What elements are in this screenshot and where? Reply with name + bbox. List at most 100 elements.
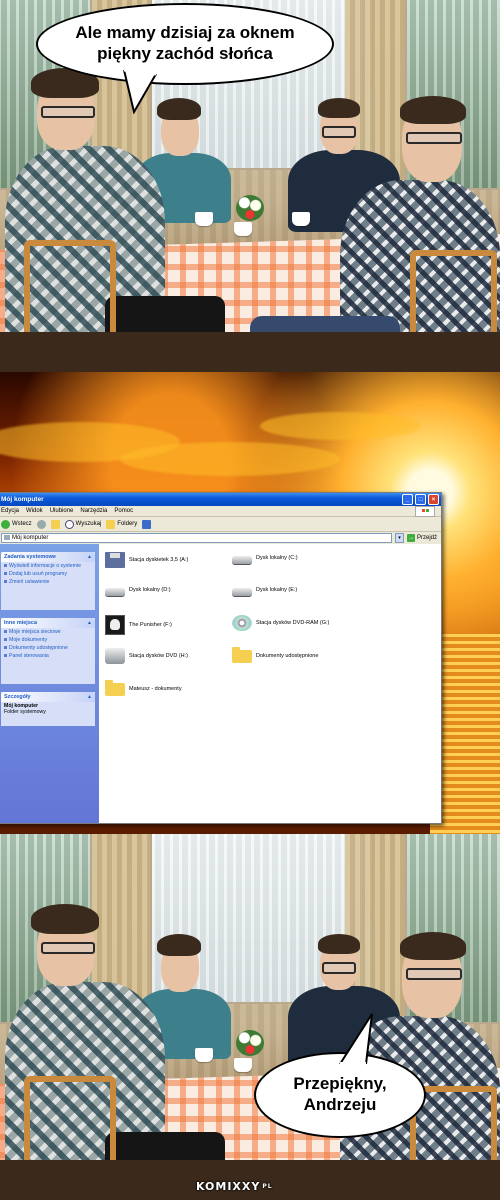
dvd-drive-icon [105,648,125,664]
drive-label: Dysk lokalny (E:) [256,587,298,593]
up-folder-icon [50,519,60,529]
minimize-button[interactable]: _ [402,494,413,505]
other-places-header[interactable]: Inne miejsca ▲ [1,618,95,628]
folder-label: Dokumenty udostępnione [256,652,319,659]
speech-bubble-bottom-line2: Andrzeju [303,1095,377,1114]
drive-item[interactable]: Stacja dysków DVD-RAM (G:) [232,615,329,631]
drive-label: Stacja dysków DVD-RAM (G:) [256,620,330,626]
menu-tools[interactable]: Narzędzia [80,508,107,514]
back-button[interactable]: Wstecz [1,519,32,529]
task-sidebar: Zadania systemowe ▲ Wyświetl informacje … [0,544,99,823]
speech-bubble-top-line2: piękny zachód słońca [97,44,273,63]
cup [292,212,310,226]
shared-folder-icon [232,647,252,663]
watermark-brand: KOMIXXY [196,1179,261,1193]
explorer-title: Mój komputer [1,496,44,503]
folder-item[interactable]: Mateusz - dokumenty [105,680,182,696]
drives-view: Stacja dyskietek 3,5 (A:) Dysk lokalny (… [99,544,441,823]
go-label: Przejdź [416,535,437,541]
explorer-window: Mój komputer _ □ × Edycja Widok Ulubione… [0,492,442,824]
system-tasks-pane: Zadania systemowe ▲ Wyświetl informacje … [1,552,95,610]
address-value: Mój komputer [12,535,49,541]
floppy-drive-icon [105,552,125,568]
floor [0,332,500,372]
menu-bar: Edycja Widok Ulubione Narzędzia Pomoc [0,505,441,517]
explorer-content: Zadania systemowe ▲ Wyświetl informacje … [0,544,441,823]
menu-edit[interactable]: Edycja [1,508,19,514]
hard-drive-icon [232,588,252,596]
address-field[interactable]: Mój komputer [1,533,392,543]
go-arrow-icon: → [406,534,415,542]
drive-item[interactable]: Dysk lokalny (C:) [232,552,298,564]
folder-icon [105,680,125,696]
details-text: Mój komputer Folder systemowy [1,702,95,716]
dvd-ram-drive-icon [232,615,252,631]
details-type: Folder systemowy [4,709,46,715]
hard-drive-icon [105,588,125,596]
flower-vase [236,195,264,221]
place-shared-documents[interactable]: Dokumenty udostępnione [1,644,95,652]
cloud [260,412,420,440]
place-network[interactable]: Moje miejsca sieciowe [1,628,95,636]
cup [234,1058,252,1072]
details-pane: Szczegóły ▲ Mój komputer Folder systemow… [1,692,95,726]
place-my-documents[interactable]: Moje dokumenty [1,636,95,644]
go-button[interactable]: → Przejdź [406,534,437,542]
menu-favorites[interactable]: Ulubione [50,508,74,514]
drive-item[interactable]: Stacja dyskietek 3,5 (A:) [105,552,188,568]
punisher-drive-icon [105,615,125,635]
menu-help[interactable]: Pomoc [114,508,133,514]
views-button[interactable] [142,519,152,529]
search-button[interactable]: Wyszukaj [64,519,101,529]
drive-label: Stacja dysków DVD (H:) [129,653,188,659]
sunset-panel: Mój komputer _ □ × Edycja Widok Ulubione… [0,372,500,834]
drive-label: Dysk lokalny (C:) [256,555,298,561]
collapse-chevron-icon: ▲ [87,694,92,700]
komixxy-watermark: KOMIXXY PL [196,1178,273,1194]
watermark-suffix: PL [262,1182,273,1190]
forward-button[interactable] [36,519,46,529]
collapse-chevron-icon: ▲ [87,620,92,626]
cup [195,1048,213,1062]
speech-bubble-top-tail [123,68,157,114]
system-tasks-header[interactable]: Zadania systemowe ▲ [1,552,95,562]
drive-label: The Punisher (F:) [129,622,172,628]
up-folder-button[interactable] [50,519,60,529]
task-change-setting[interactable]: Zmień ustawienie [1,578,95,586]
windows-logo-icon [415,505,435,517]
cup [234,222,252,236]
folders-button[interactable]: Foldery [106,519,137,529]
explorer-toolbar: Wstecz Wyszukaj Foldery [0,517,441,532]
drive-item[interactable]: The Punisher (F:) [105,615,172,635]
drive-item[interactable]: Dysk lokalny (D:) [105,584,171,596]
folder-label: Mateusz - dokumenty [129,685,182,692]
drive-item[interactable]: Stacja dysków DVD (H:) [105,648,188,664]
task-add-remove-programs[interactable]: Dodaj lub usuń programy [1,570,95,578]
task-system-info[interactable]: Wyświetl informacje o systemie [1,562,95,570]
folder-item[interactable]: Dokumenty udostępnione [232,647,319,663]
bottom-photo-panel [0,834,500,1200]
explorer-titlebar[interactable]: Mój komputer _ □ × [0,493,441,506]
drive-label: Stacja dyskietek 3,5 (A:) [129,557,189,563]
other-places-pane: Inne miejsca ▲ Moje miejsca sieciowe Moj… [1,618,95,684]
address-dropdown[interactable]: ▾ [394,533,404,543]
speech-bubble-top: Ale mamy dzisiaj za oknem piękny zachód … [36,3,334,85]
speech-bubble-bottom-line1: Przepiękny, [293,1074,387,1094]
collapse-chevron-icon: ▲ [87,554,92,560]
views-icon [142,519,152,529]
hard-drive-icon [232,556,252,564]
folders-icon [106,519,116,529]
menu-view[interactable]: Widok [26,508,43,514]
drive-label: Dysk lokalny (D:) [129,587,171,593]
search-icon [64,519,74,529]
speech-bubble-bottom-tail [339,1013,373,1066]
details-header[interactable]: Szczegóły ▲ [1,692,95,702]
computer-icon [4,535,10,540]
drive-item[interactable]: Dysk lokalny (E:) [232,584,297,596]
place-control-panel[interactable]: Panel sterowania [1,652,95,660]
close-button[interactable]: × [428,494,439,505]
forward-arrow-icon [36,519,46,529]
back-label: Wstecz [12,521,32,527]
maximize-button[interactable]: □ [415,494,426,505]
flower-vase [236,1030,264,1056]
